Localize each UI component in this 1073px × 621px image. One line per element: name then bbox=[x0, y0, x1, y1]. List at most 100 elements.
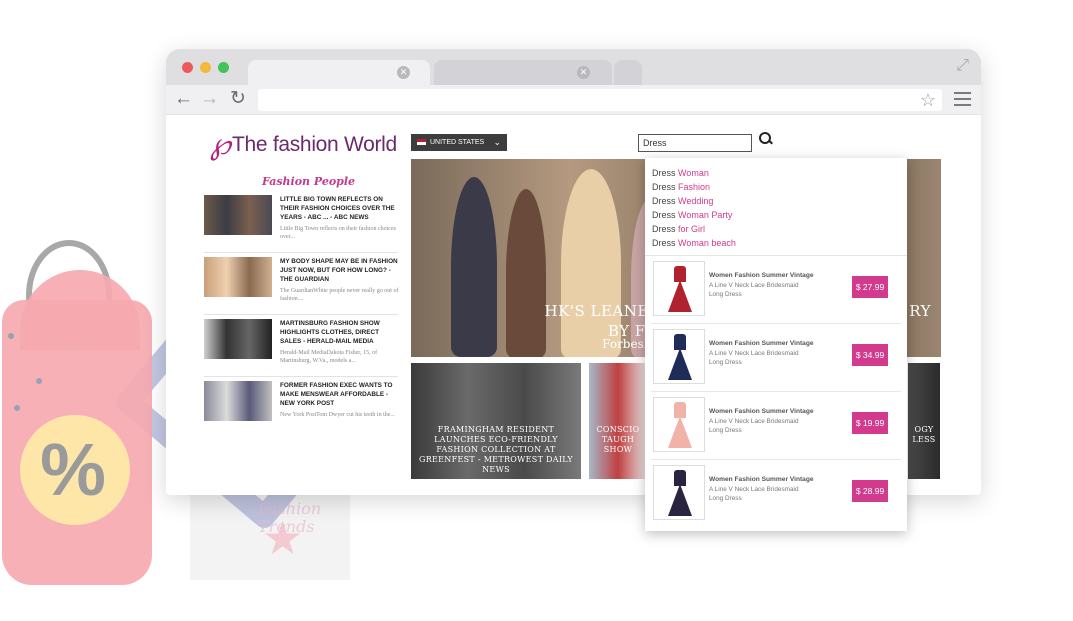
star-icon: ★ bbox=[262, 512, 304, 564]
search-icon[interactable] bbox=[759, 132, 773, 146]
scene: % Fashion Trends ★ ✕ ✕ ⤢ ← → ↻ ☆ ℘ The f… bbox=[0, 0, 1073, 621]
price-button[interactable]: $ 19.99 bbox=[852, 412, 888, 434]
card-title[interactable]: OGY LESS bbox=[908, 425, 940, 445]
product-name[interactable]: Women Fashion Summer Vintage bbox=[709, 272, 814, 279]
product-desc-line2: Long Dress bbox=[709, 359, 742, 366]
news-headline[interactable]: MY BODY SHAPE MAY BE IN FASHION JUST NOW… bbox=[280, 257, 400, 284]
dress-skirt bbox=[668, 280, 692, 312]
news-thumbnail[interactable] bbox=[204, 257, 272, 297]
price-button[interactable]: $ 34.99 bbox=[852, 344, 888, 366]
menu-icon[interactable] bbox=[954, 92, 971, 110]
suggestion-item[interactable]: Dress Wedding bbox=[645, 194, 907, 208]
price-button[interactable]: $ 27.99 bbox=[852, 276, 888, 298]
dress-icon bbox=[668, 470, 692, 516]
news-card[interactable]: CONSCIO TAUGH SHOW bbox=[589, 363, 647, 479]
product-description: A Line V Neck Lace Bridesmaid Long Dress bbox=[709, 485, 829, 503]
news-thumbnail[interactable] bbox=[204, 319, 272, 359]
dress-icon bbox=[668, 402, 692, 448]
news-headline[interactable]: MARTINSBURG FASHION SHOW HIGHLIGHTS CLOT… bbox=[280, 319, 400, 346]
news-item[interactable]: MARTINSBURG FASHION SHOW HIGHLIGHTS CLOT… bbox=[204, 319, 398, 377]
forward-arrow-icon[interactable]: → bbox=[200, 89, 219, 109]
news-thumbnail[interactable] bbox=[204, 195, 272, 235]
news-item[interactable]: LITTLE BIG TOWN REFLECTS ON THEIR FASHIO… bbox=[204, 195, 398, 253]
product-desc-line2: Long Dress bbox=[709, 495, 742, 502]
search-input[interactable]: Dress bbox=[638, 134, 752, 152]
news-thumbnail[interactable] bbox=[204, 381, 272, 421]
suggestion-term: Wedding bbox=[678, 196, 714, 206]
dress-skirt bbox=[668, 348, 692, 380]
news-item[interactable]: MY BODY SHAPE MAY BE IN FASHION JUST NOW… bbox=[204, 257, 398, 315]
browser-toolbar: ← → ↻ ☆ bbox=[166, 85, 981, 115]
minimize-window-button[interactable] bbox=[200, 62, 211, 73]
hero-title-right: RY bbox=[909, 302, 931, 320]
news-headline[interactable]: LITTLE BIG TOWN REFLECTS ON THEIR FASHIO… bbox=[280, 195, 400, 222]
search-dropdown: Dress Woman Dress Fashion Dress Wedding … bbox=[645, 158, 907, 531]
product-row[interactable]: Women Fashion Summer Vintage A Line V Ne… bbox=[651, 324, 901, 392]
product-desc-line1: A Line V Neck Lace Bridesmaid bbox=[709, 282, 799, 289]
suggestion-prefix: Dress bbox=[652, 196, 676, 206]
suggestion-prefix: Dress bbox=[652, 168, 676, 178]
news-summary: Herald-Mail MediaDakota Fisher, 15, of M… bbox=[280, 350, 378, 364]
decor-dot bbox=[8, 333, 14, 339]
tab-close-icon[interactable]: ✕ bbox=[397, 66, 410, 79]
card-title[interactable]: CONSCIO TAUGH SHOW bbox=[593, 425, 643, 455]
suggestion-item[interactable]: Dress for Girl bbox=[645, 222, 907, 236]
reload-icon[interactable]: ↻ bbox=[230, 89, 246, 109]
news-item[interactable]: FORMER FASHION EXEC WANTS TO MAKE MENSWE… bbox=[204, 381, 398, 439]
logo-mark-icon: ℘ bbox=[210, 127, 231, 162]
suggestion-term: Woman bbox=[678, 168, 709, 178]
product-name[interactable]: Women Fashion Summer Vintage bbox=[709, 476, 814, 483]
news-summary: New York PostTom Dwyer cut his teeth in … bbox=[280, 412, 395, 418]
decor-dot bbox=[14, 405, 20, 411]
tab-close-icon[interactable]: ✕ bbox=[577, 66, 590, 79]
expand-icon[interactable]: ⤢ bbox=[956, 57, 969, 75]
suggestion-prefix: Dress bbox=[652, 210, 676, 220]
tab-active[interactable]: ✕ bbox=[248, 60, 430, 85]
new-tab-button[interactable] bbox=[614, 60, 642, 85]
product-description: A Line V Neck Lace Bridesmaid Long Dress bbox=[709, 349, 829, 367]
address-bar[interactable]: ☆ bbox=[258, 89, 942, 111]
news-card[interactable]: OGY LESS bbox=[908, 363, 940, 479]
product-row[interactable]: Women Fashion Summer Vintage A Line V Ne… bbox=[651, 256, 901, 324]
dress-skirt bbox=[668, 416, 692, 448]
product-image[interactable] bbox=[653, 397, 705, 452]
country-value: UNITED STATES bbox=[430, 139, 485, 146]
close-window-button[interactable] bbox=[182, 62, 193, 73]
suggestion-item[interactable]: Dress Woman bbox=[645, 166, 907, 180]
decor-dot bbox=[36, 378, 42, 384]
product-image[interactable] bbox=[653, 465, 705, 520]
suggestion-term: for Girl bbox=[678, 224, 706, 234]
percent-icon: % bbox=[40, 428, 106, 511]
tab-inactive[interactable]: ✕ bbox=[434, 60, 612, 85]
product-desc-line1: A Line V Neck Lace Bridesmaid bbox=[709, 350, 799, 357]
suggestion-term: Woman Party bbox=[678, 210, 733, 220]
country-select[interactable]: UNITED STATES ⌄ bbox=[411, 134, 507, 151]
suggestion-prefix: Dress bbox=[652, 224, 676, 234]
news-summary: The GuardianWhite people never really go… bbox=[280, 288, 399, 302]
dress-skirt bbox=[668, 484, 692, 516]
product-desc-line1: A Line V Neck Lace Bridesmaid bbox=[709, 486, 799, 493]
product-description: A Line V Neck Lace Bridesmaid Long Dress bbox=[709, 417, 829, 435]
back-arrow-icon[interactable]: ← bbox=[174, 89, 193, 109]
dress-icon bbox=[668, 334, 692, 380]
card-title[interactable]: FRAMINGHAM RESIDENT LAUNCHES ECO-FRIENDL… bbox=[415, 425, 577, 475]
product-name[interactable]: Women Fashion Summer Vintage bbox=[709, 340, 814, 347]
product-image[interactable] bbox=[653, 329, 705, 384]
suggestion-item[interactable]: Dress Woman Party bbox=[645, 208, 907, 222]
bookmark-star-icon[interactable]: ☆ bbox=[920, 89, 936, 111]
site-logo[interactable]: ℘ The fashion World bbox=[210, 130, 397, 160]
suggestion-list: Dress Woman Dress Fashion Dress Wedding … bbox=[645, 158, 907, 256]
product-row[interactable]: Women Fashion Summer Vintage A Line V Ne… bbox=[651, 392, 901, 460]
logo-text: The fashion World bbox=[232, 133, 397, 156]
suggestion-item[interactable]: Dress Fashion bbox=[645, 180, 907, 194]
news-headline[interactable]: FORMER FASHION EXEC WANTS TO MAKE MENSWE… bbox=[280, 381, 400, 408]
news-card[interactable]: FRAMINGHAM RESIDENT LAUNCHES ECO-FRIENDL… bbox=[411, 363, 581, 479]
suggestion-term: Fashion bbox=[678, 182, 711, 192]
suggestion-item[interactable]: Dress Woman beach bbox=[645, 236, 907, 250]
maximize-window-button[interactable] bbox=[218, 62, 229, 73]
chevron-down-icon: ⌄ bbox=[493, 137, 501, 147]
product-name[interactable]: Women Fashion Summer Vintage bbox=[709, 408, 814, 415]
product-image[interactable] bbox=[653, 261, 705, 316]
product-row[interactable]: Women Fashion Summer Vintage A Line V Ne… bbox=[651, 460, 901, 528]
price-button[interactable]: $ 28.99 bbox=[852, 480, 888, 502]
